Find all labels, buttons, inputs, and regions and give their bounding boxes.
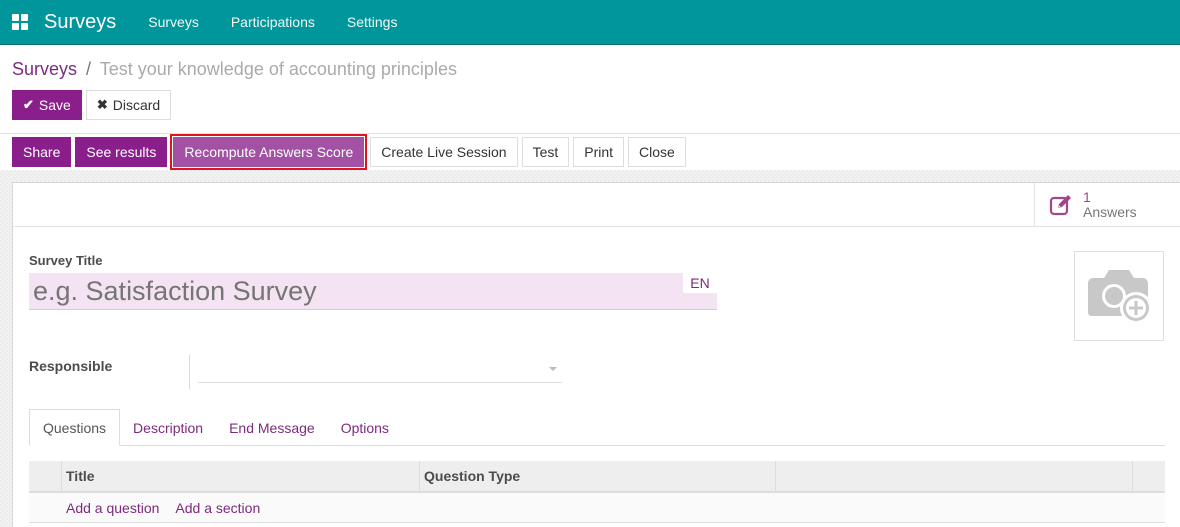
nav-item-settings[interactable]: Settings — [331, 14, 414, 30]
field-separator — [189, 355, 190, 389]
test-button[interactable]: Test — [521, 137, 570, 167]
language-button[interactable]: EN — [683, 273, 717, 293]
form-sheet: 1 Answers Survey Title EN Responsible Qu… — [12, 182, 1180, 527]
handle-column-header — [29, 461, 62, 491]
responsible-input[interactable] — [198, 357, 562, 383]
responsible-label: Responsible — [29, 358, 113, 374]
column-header-optional — [1133, 461, 1165, 491]
app-name[interactable]: Surveys — [44, 11, 116, 34]
top-navbar: Surveys Surveys Participations Settings — [0, 0, 1180, 45]
check-icon: ✔ — [23, 97, 34, 112]
discard-button[interactable]: ✖ Discard — [85, 90, 172, 120]
questions-table: Title Question Type Add a question Add a… — [29, 461, 1165, 523]
breadcrumb-separator: / — [86, 59, 92, 79]
edit-icon — [1049, 195, 1071, 216]
stat-text: 1 Answers — [1083, 190, 1137, 220]
close-button[interactable]: Close — [628, 137, 686, 167]
answers-stat-button[interactable]: 1 Answers — [1034, 183, 1180, 227]
times-icon: ✖ — [96, 97, 108, 112]
notebook-tabs: Questions Description End Message Option… — [29, 409, 1165, 446]
nav-item-surveys[interactable]: Surveys — [132, 14, 215, 30]
survey-title-input[interactable] — [29, 273, 717, 310]
share-button[interactable]: Share — [12, 137, 72, 167]
edit-buttons: ✔ Save ✖ Discard — [12, 90, 172, 120]
answers-count: 1 — [1083, 189, 1091, 205]
column-header-question-type[interactable]: Question Type — [420, 461, 776, 491]
tab-questions[interactable]: Questions — [29, 409, 121, 446]
column-header-extra — [776, 461, 1133, 491]
caret-down-icon[interactable] — [549, 367, 557, 371]
breadcrumb-surveys-link[interactable]: Surveys — [12, 59, 77, 79]
camera-add-icon — [1088, 270, 1152, 324]
add-section-link[interactable]: Add a section — [175, 500, 260, 516]
survey-title-label: Survey Title — [29, 253, 103, 268]
save-label: Save — [38, 97, 71, 113]
add-question-link[interactable]: Add a question — [66, 500, 159, 516]
save-button[interactable]: ✔ Save — [12, 90, 82, 120]
nav-item-participations[interactable]: Participations — [215, 14, 331, 30]
table-add-row: Add a question Add a section — [29, 493, 1165, 523]
image-upload[interactable] — [1074, 251, 1164, 341]
tab-end-message[interactable]: End Message — [216, 409, 328, 446]
see-results-button[interactable]: See results — [75, 137, 168, 167]
create-live-session-button[interactable]: Create Live Session — [370, 137, 518, 167]
print-button[interactable]: Print — [573, 137, 625, 167]
table-header: Title Question Type — [29, 461, 1165, 493]
tab-options[interactable]: Options — [328, 409, 402, 446]
recompute-answers-score-button[interactable]: Recompute Answers Score — [173, 137, 365, 167]
breadcrumb: Surveys / Test your knowledge of account… — [12, 59, 457, 80]
column-header-title[interactable]: Title — [62, 461, 420, 491]
tab-description[interactable]: Description — [120, 409, 216, 446]
form-header: Share See results Recompute Answers Scor… — [0, 133, 1180, 170]
discard-label: Discard — [112, 97, 161, 113]
highlight-outline: Recompute Answers Score — [170, 134, 368, 170]
apps-menu-icon[interactable] — [12, 14, 28, 30]
breadcrumb-current: Test your knowledge of accounting princi… — [99, 59, 457, 79]
button-box: 1 Answers — [13, 183, 1180, 227]
answers-label: Answers — [1083, 204, 1137, 220]
